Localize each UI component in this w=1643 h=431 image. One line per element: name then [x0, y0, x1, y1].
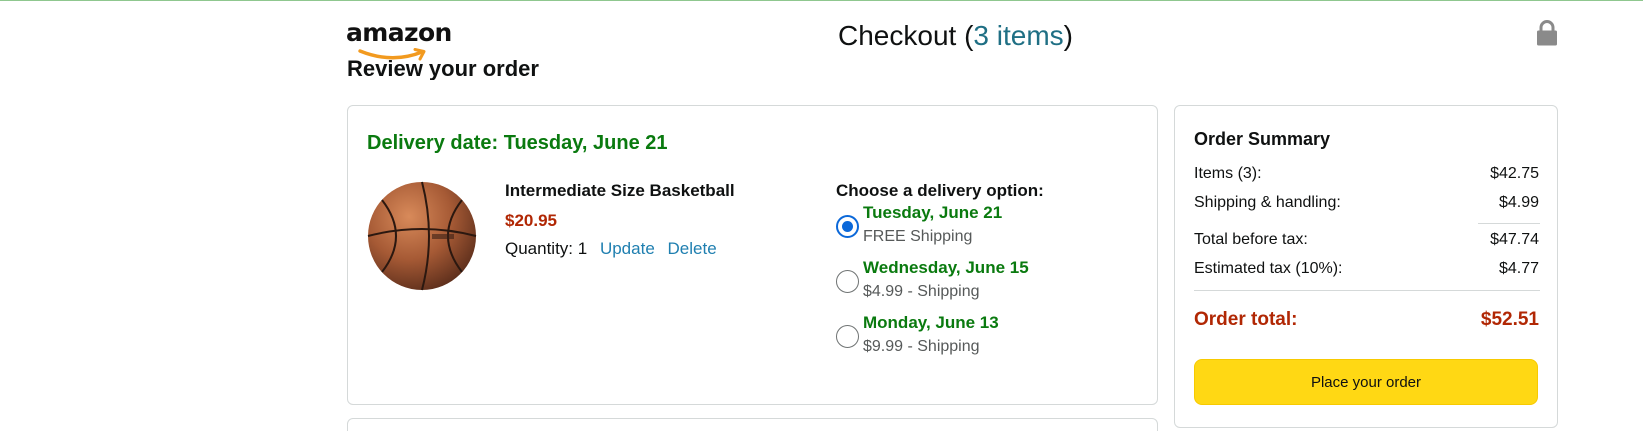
option-date: Wednesday, June 15 [863, 258, 1029, 277]
order-total-value: $52.51 [1480, 309, 1539, 330]
shipping-value: $4.99 [1498, 194, 1539, 211]
delivery-option-monday[interactable]: Monday, June 13 $9.99 - Shipping [836, 313, 1066, 363]
amazon-logo[interactable]: amazon [346, 18, 464, 61]
option-shipping: FREE Shipping [863, 228, 973, 245]
before-tax-label: Total before tax: [1194, 231, 1308, 248]
before-tax-value: $47.74 [1490, 231, 1539, 248]
top-border [0, 0, 1643, 1]
quantity-label: Quantity: 1 [505, 239, 588, 258]
title-prefix: Checkout ( [838, 20, 974, 51]
radio-button[interactable] [836, 325, 859, 348]
next-order-card [347, 418, 1158, 431]
radio-button-selected[interactable] [836, 215, 859, 238]
items-label: Items (3): [1194, 165, 1262, 182]
total-divider [1194, 290, 1540, 291]
update-link[interactable]: Update [600, 239, 655, 258]
delivery-date-heading: Delivery date: Tuesday, June 21 [367, 132, 668, 154]
order-card: Delivery date: Tuesday, June 21 Intermed… [347, 105, 1158, 405]
radio-button[interactable] [836, 270, 859, 293]
place-order-button[interactable]: Place your order [1194, 359, 1538, 405]
basketball-image[interactable] [366, 180, 478, 292]
option-shipping: $4.99 - Shipping [863, 283, 980, 300]
delivery-options-title: Choose a delivery option: [836, 181, 1044, 200]
title-suffix: ) [1063, 20, 1073, 51]
option-date: Monday, June 13 [863, 313, 999, 332]
delivery-option-tuesday[interactable]: Tuesday, June 21 FREE Shipping [836, 203, 1066, 253]
option-date: Tuesday, June 21 [863, 203, 1003, 222]
tax-value: $4.77 [1498, 260, 1539, 277]
product-name[interactable]: Intermediate Size Basketball [505, 181, 735, 201]
items-value: $42.75 [1490, 165, 1539, 182]
items-count-link[interactable]: 3 items [973, 20, 1063, 51]
page-title: Checkout (3 items) [838, 18, 1073, 54]
order-total-label: Order total: [1194, 309, 1298, 330]
option-shipping: $9.99 - Shipping [863, 338, 980, 355]
quantity-row: Quantity: 1 Update Delete [505, 239, 717, 259]
tax-label: Estimated tax (10%): [1194, 260, 1343, 277]
delete-link[interactable]: Delete [668, 239, 717, 258]
summary-title: Order Summary [1194, 129, 1331, 149]
section-heading: Review your order [347, 56, 539, 80]
product-price: $20.95 [505, 211, 557, 230]
lock-icon [1537, 20, 1557, 46]
logo-text: amazon [346, 18, 452, 47]
subtotal-divider [1478, 223, 1540, 224]
order-summary-card: Order Summary Items (3): $42.75 Shipping… [1174, 105, 1558, 428]
shipping-label: Shipping & handling: [1194, 194, 1341, 211]
delivery-option-wednesday[interactable]: Wednesday, June 15 $4.99 - Shipping [836, 258, 1066, 308]
